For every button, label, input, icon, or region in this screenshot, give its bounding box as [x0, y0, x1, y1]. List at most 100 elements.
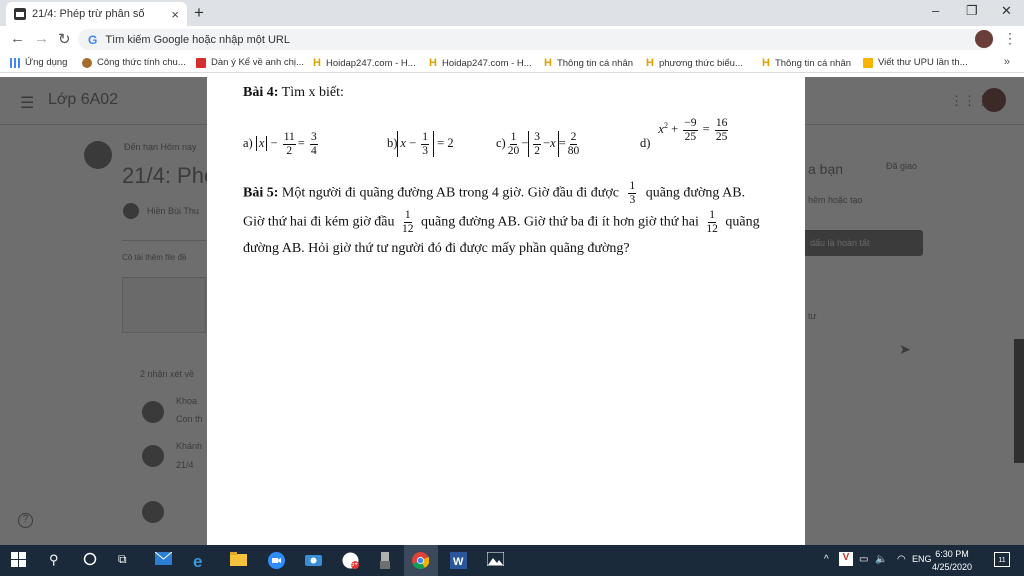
bookmark-apps-label: Ứng dụng	[25, 57, 68, 68]
divider	[122, 240, 206, 241]
your-work-heading: a bạn	[808, 161, 844, 177]
hamburger-menu-icon[interactable]: ☰	[20, 93, 34, 113]
bookmark-item[interactable]: H Thông tin cá nhân	[544, 57, 633, 69]
bookmarks-overflow-icon[interactable]: »	[1004, 56, 1010, 68]
hoidap-favicon-icon: H	[762, 57, 770, 69]
tab-title: 21/4: Phép trừ phân số	[32, 8, 145, 20]
bookmark-label: Công thức tính chu...	[97, 57, 186, 68]
teacher-avatar	[123, 203, 139, 219]
battery-icon[interactable]: ▭	[859, 554, 868, 565]
bookmark-item[interactable]: H phương thức biểu...	[646, 57, 743, 69]
bookmark-label: Thông tin cá nhân	[556, 57, 634, 69]
usb-icon[interactable]	[380, 552, 397, 569]
tab-active[interactable]: 21/4: Phép trừ phân số ×	[6, 2, 187, 26]
assignment-title: 21/4: Phé	[122, 163, 217, 188]
tab-strip: 21/4: Phép trừ phân số × + – ❐ ✕	[0, 0, 1024, 26]
volume-icon[interactable]: 🔈	[875, 554, 887, 565]
classroom-favicon-icon	[14, 8, 26, 20]
mail-icon[interactable]	[154, 551, 173, 569]
cortana-icon[interactable]	[83, 552, 100, 569]
bookmark-item[interactable]: Dàn ý Kể về anh chị...	[196, 57, 304, 68]
avatar	[142, 445, 164, 467]
bookmark-item[interactable]: H Hoidap247.com - H...	[429, 57, 532, 69]
teacher-name: Hiền Bùi Thu	[147, 206, 199, 216]
minimize-button[interactable]: –	[932, 3, 939, 18]
add-create-button[interactable]: hêm hoặc tạo	[808, 195, 863, 205]
equation-a: a) x − 11 2 = 34	[243, 131, 318, 157]
window-close-button[interactable]: ✕	[1001, 3, 1012, 19]
zoom-icon[interactable]	[268, 552, 285, 569]
bookmark-item[interactable]: H Thông tin cá nhân	[762, 57, 851, 69]
comment-text: 21/4	[176, 460, 194, 470]
clock-time: 6:30 PM	[935, 549, 969, 559]
exercise-5-text: quãng đường AB.	[645, 185, 746, 201]
search-icon[interactable]: ⚲	[49, 552, 66, 569]
svg-text:W: W	[453, 556, 464, 568]
chrome-icon[interactable]	[412, 552, 430, 570]
scrollbar[interactable]	[1014, 339, 1024, 463]
bookmarks-bar: Ứng dụng Công thức tính chu... Dàn ý Kể …	[0, 53, 1024, 73]
exercise-5-text: quãng	[725, 214, 760, 230]
forward-arrow-icon[interactable]: →	[34, 30, 49, 47]
equation-d-label: d)	[640, 136, 651, 151]
assigned-status: Đã giao	[886, 161, 918, 171]
bookmark-item[interactable]: H Hoidap247.com - H...	[313, 57, 416, 69]
windows-start-icon[interactable]	[11, 552, 28, 569]
bookmark-favicon-icon	[863, 57, 873, 68]
word-icon[interactable]: W	[450, 552, 467, 569]
bookmark-label: Dàn ý Kể về anh chị...	[211, 57, 304, 68]
tab-close-icon[interactable]: ×	[171, 7, 179, 22]
attach-hint: Cô tải thêm file đề	[122, 253, 187, 262]
bookmark-item[interactable]: Công thức tính chu...	[82, 57, 186, 68]
comment-author: Khoa	[176, 396, 198, 406]
photos-icon[interactable]	[486, 551, 505, 569]
tray-overflow-icon[interactable]: ^	[824, 554, 829, 565]
omnibox-placeholder: Tìm kiếm Google hoặc nhập một URL	[105, 33, 290, 46]
bookmark-item[interactable]: Viết thư UPU lần th...	[863, 57, 968, 68]
exercise-5-label: Bài 5:	[243, 185, 279, 201]
send-icon[interactable]: ➤	[899, 341, 911, 358]
assignment-icon	[84, 141, 112, 169]
mark-done-button[interactable]: dấu là hoàn tất	[800, 230, 923, 256]
wifi-icon[interactable]: ◠	[897, 554, 906, 565]
exercise-5-line-1: Bài 5: Một người đi quãng đường AB trong…	[243, 180, 746, 206]
task-view-icon[interactable]: ⧉	[118, 552, 135, 569]
equation-b: b) x − 13 = 2	[387, 131, 454, 158]
equation-d: d)x2 + −9 25 = 16 25	[640, 117, 729, 151]
reload-icon[interactable]: ↻	[58, 30, 71, 48]
avatar	[142, 401, 164, 423]
bookmark-label: Hoidap247.com - H...	[441, 57, 532, 69]
browser-toolbar: ← → ↻ G Tìm kiếm Google hoặc nhập một UR…	[0, 26, 1024, 53]
exercise-5-text: Một người đi quãng đường AB trong 4 giờ.…	[278, 185, 619, 201]
exercise-5-text: quãng đường AB. Giờ thứ ba đi ít hơn giờ…	[420, 214, 699, 230]
zalo-badge: 5+	[351, 562, 358, 568]
help-icon[interactable]: ?	[18, 513, 33, 528]
bookmark-apps[interactable]: Ứng dụng	[10, 57, 67, 68]
file-explorer-icon[interactable]	[230, 552, 247, 569]
action-center-icon[interactable]: 11	[994, 552, 1010, 567]
zalo-icon[interactable]: 5+	[342, 552, 359, 569]
edge-icon[interactable]: e	[193, 552, 210, 571]
new-tab-button[interactable]: +	[194, 3, 204, 23]
apps-grid-icon	[10, 57, 20, 68]
restore-button[interactable]: ❐	[966, 3, 978, 19]
antivirus-tray-icon[interactable]: V	[839, 552, 853, 566]
comment-author: Khánh	[176, 441, 203, 451]
omnibox[interactable]: G Tìm kiếm Google hoặc nhập một URL	[78, 29, 994, 50]
menu-kebab-icon[interactable]: ⋮	[1003, 30, 1017, 47]
camera-icon[interactable]	[305, 552, 322, 569]
exercise-5-line-2: Giờ thứ hai đi kém giờ đầu 1 12 quãng đườ…	[243, 209, 760, 235]
exercise-5-text: Giờ thứ hai đi kém giờ đầu	[243, 214, 395, 230]
due-date: Đến hạn Hôm nay	[124, 142, 197, 152]
attachment-thumbnail[interactable]	[122, 277, 206, 333]
bookmark-label: phương thức biểu...	[658, 57, 743, 69]
back-arrow-icon[interactable]: ←	[10, 30, 25, 47]
avatar[interactable]	[982, 88, 1006, 112]
profile-avatar[interactable]	[975, 30, 993, 48]
google-g-icon: G	[88, 32, 98, 47]
hoidap-favicon-icon: H	[313, 57, 321, 69]
equation-b-label: b)	[387, 136, 398, 151]
exercise-4-heading: Bài 4: Tìm x biết:	[243, 85, 344, 101]
exercise-5-line-3: đường AB. Hỏi giờ thứ tư người đó đi đượ…	[243, 241, 630, 256]
clock[interactable]: 6:30 PM 4/25/2020	[928, 548, 976, 574]
